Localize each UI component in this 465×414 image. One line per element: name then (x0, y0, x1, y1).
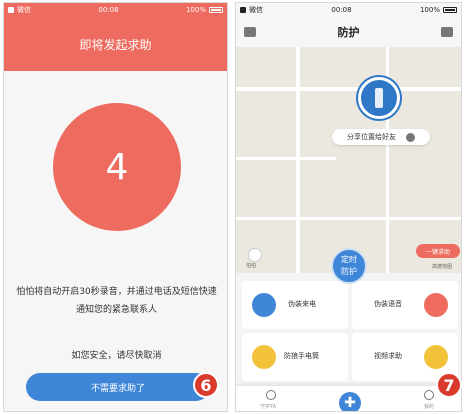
cancel-help-button[interactable]: 不需要求助了 (26, 373, 210, 401)
card-label: 视频求助 (374, 352, 402, 360)
carrier-label: 微信 (17, 6, 31, 14)
battery-icon (208, 7, 223, 13)
carrier-icon (240, 7, 246, 13)
carrier-label: 微信 (249, 6, 263, 14)
add-tab-button[interactable]: ✚ (339, 392, 361, 411)
one-tap-help-button[interactable]: 一键求助 (416, 244, 460, 258)
countdown-circle: 4 (53, 103, 181, 231)
card-label: 防狼手电筒 (284, 352, 319, 360)
user-location-avatar[interactable] (358, 77, 400, 119)
status-bar: 微信 00:08 100% (4, 3, 227, 17)
page-title: 即将发起求助 (4, 17, 227, 71)
map-road (236, 217, 461, 220)
feature-panel: 伪装来电 伪装语音 防狼手电筒 视频求助 (236, 273, 461, 383)
tab-profile[interactable]: 我的 (424, 403, 434, 410)
card-label: 伪装语音 (374, 300, 402, 308)
plus-icon: ✚ (344, 395, 356, 411)
safety-reminder: 如您安全，请尽快取消 (71, 351, 162, 361)
guardian-tab-icon[interactable] (266, 390, 276, 400)
map-road (236, 157, 336, 160)
right-phone-screen: 微信 00:08 100% 防护 分享位置给好友 一键求助 怕怕 高德地图 伪装… (235, 2, 462, 412)
info-icon (406, 132, 415, 142)
tab-guardian[interactable]: 守护TA (260, 403, 276, 410)
locate-icon[interactable] (248, 248, 262, 262)
flashlight-icon (252, 345, 276, 369)
page-title: 防护 (337, 26, 360, 39)
settings-icon[interactable] (441, 27, 453, 37)
card-label: 伪装来电 (288, 300, 316, 308)
map-credit: 高德地图 (432, 264, 453, 270)
battery-icon (442, 7, 457, 13)
fake-call-card[interactable]: 伪装来电 (242, 281, 348, 329)
share-location-button[interactable]: 分享位置给好友 (332, 129, 430, 145)
status-time: 00:08 (331, 6, 352, 14)
flashlight-card[interactable]: 防狼手电筒 (242, 333, 348, 381)
phone-call-icon (252, 293, 276, 317)
step-badge-6: 6 (193, 372, 219, 398)
share-location-label: 分享位置给好友 (347, 133, 396, 141)
battery-percent: 100% (419, 6, 440, 14)
microphone-icon (424, 293, 448, 317)
step-badge-7: 7 (436, 372, 462, 398)
status-bar: 微信 00:08 100% (236, 3, 461, 17)
map-credit-left: 怕怕 (246, 263, 257, 269)
help-description: 怕怕将自动开启30秒录音，并通过电话及短信快速通知您的紧急联系人 (16, 287, 217, 315)
video-icon (424, 345, 448, 369)
map-road (296, 47, 300, 277)
bottom-tab-bar: 守护TA ✚ 我的 (236, 385, 461, 411)
carrier-icon (8, 7, 14, 13)
profile-tab-icon[interactable] (424, 390, 434, 400)
fake-voice-card[interactable]: 伪装语音 (352, 281, 458, 329)
map-view[interactable] (236, 47, 461, 277)
left-phone-screen: 微信 00:08 100% 即将发起求助 4 怕怕将自动开启30秒录音，并通过电… (3, 2, 228, 412)
battery-percent: 100% (185, 6, 206, 14)
status-time: 00:08 (98, 6, 119, 14)
timed-protection-button[interactable]: 定时 防护 (331, 248, 367, 284)
message-icon[interactable] (244, 27, 256, 37)
map-road (236, 87, 461, 91)
page-header: 防护 (236, 17, 461, 47)
